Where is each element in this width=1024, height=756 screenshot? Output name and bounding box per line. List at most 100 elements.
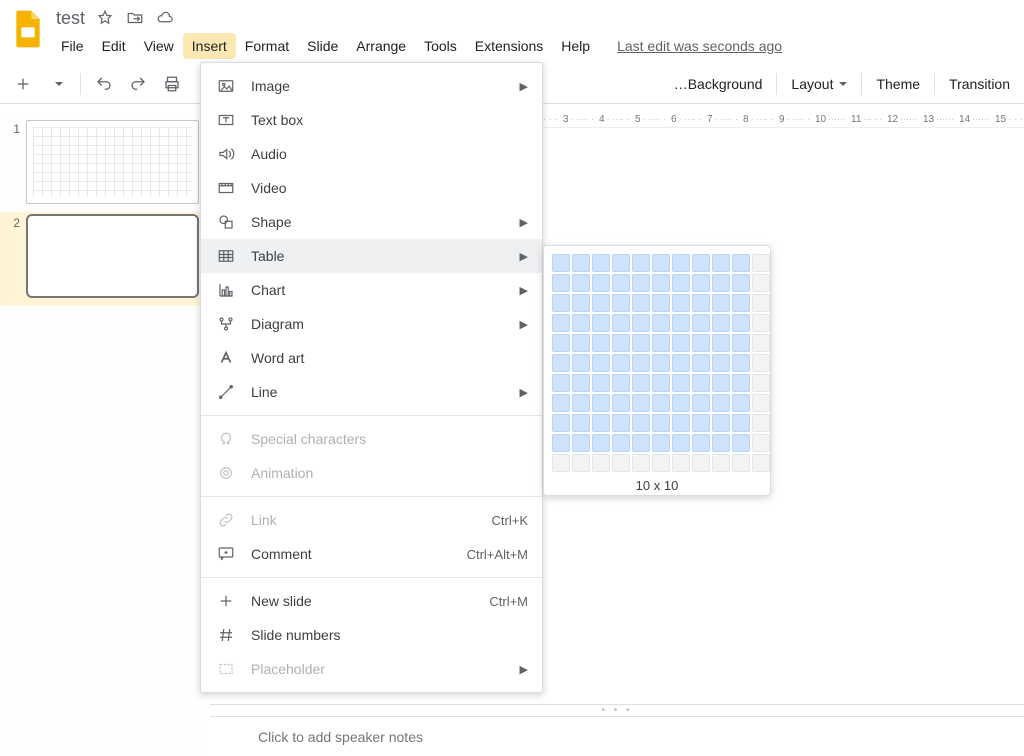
- table-picker-cell[interactable]: [672, 334, 690, 352]
- table-picker-cell[interactable]: [592, 414, 610, 432]
- table-size-picker[interactable]: 10 x 10: [543, 245, 771, 496]
- menu-extensions[interactable]: Extensions: [466, 33, 552, 59]
- menu-arrange[interactable]: Arrange: [347, 33, 415, 59]
- menu-edit[interactable]: Edit: [93, 33, 135, 59]
- table-picker-cell[interactable]: [592, 454, 610, 472]
- insert-chart[interactable]: Chart▶: [201, 273, 542, 307]
- table-picker-cell[interactable]: [572, 334, 590, 352]
- table-picker-cell[interactable]: [592, 434, 610, 452]
- table-picker-cell[interactable]: [552, 414, 570, 432]
- table-picker-cell[interactable]: [592, 314, 610, 332]
- new-slide-dropdown[interactable]: [42, 69, 72, 99]
- table-picker-cell[interactable]: [552, 434, 570, 452]
- table-picker-cell[interactable]: [692, 374, 710, 392]
- table-picker-cell[interactable]: [632, 434, 650, 452]
- table-picker-cell[interactable]: [752, 414, 770, 432]
- table-picker-cell[interactable]: [572, 434, 590, 452]
- document-title[interactable]: test: [52, 8, 85, 29]
- table-picker-cell[interactable]: [652, 274, 670, 292]
- table-picker-cell[interactable]: [612, 254, 630, 272]
- table-picker-cell[interactable]: [592, 374, 610, 392]
- table-picker-cell[interactable]: [592, 294, 610, 312]
- table-picker-cell[interactable]: [692, 314, 710, 332]
- speaker-notes-resize-handle[interactable]: • • •: [210, 704, 1024, 716]
- table-picker-cell[interactable]: [672, 254, 690, 272]
- table-picker-cell[interactable]: [572, 274, 590, 292]
- new-slide-button[interactable]: [8, 69, 38, 99]
- table-picker-cell[interactable]: [752, 334, 770, 352]
- table-picker-cell[interactable]: [692, 454, 710, 472]
- insert-shape[interactable]: Shape▶: [201, 205, 542, 239]
- table-picker-cell[interactable]: [652, 394, 670, 412]
- table-picker-cell[interactable]: [592, 354, 610, 372]
- table-picker-cell[interactable]: [652, 254, 670, 272]
- table-picker-cell[interactable]: [652, 314, 670, 332]
- table-picker-cell[interactable]: [672, 294, 690, 312]
- table-picker-cell[interactable]: [552, 354, 570, 372]
- table-picker-cell[interactable]: [572, 414, 590, 432]
- table-picker-cell[interactable]: [572, 454, 590, 472]
- table-picker-cell[interactable]: [692, 354, 710, 372]
- table-picker-cell[interactable]: [752, 454, 770, 472]
- table-picker-cell[interactable]: [552, 314, 570, 332]
- table-picker-cell[interactable]: [672, 394, 690, 412]
- table-picker-cell[interactable]: [552, 294, 570, 312]
- table-picker-cell[interactable]: [592, 254, 610, 272]
- table-picker-cell[interactable]: [672, 374, 690, 392]
- table-picker-cell[interactable]: [712, 394, 730, 412]
- table-picker-cell[interactable]: [632, 274, 650, 292]
- table-picker-cell[interactable]: [752, 314, 770, 332]
- insert-newslide[interactable]: New slideCtrl+M: [201, 584, 542, 618]
- table-picker-cell[interactable]: [672, 314, 690, 332]
- table-picker-cell[interactable]: [612, 374, 630, 392]
- cloud-status-icon[interactable]: [155, 8, 175, 28]
- menu-insert[interactable]: Insert: [183, 33, 236, 59]
- table-picker-cell[interactable]: [612, 354, 630, 372]
- table-picker-cell[interactable]: [552, 334, 570, 352]
- table-picker-cell[interactable]: [712, 294, 730, 312]
- menu-slide[interactable]: Slide: [298, 33, 347, 59]
- insert-textbox[interactable]: Text box: [201, 103, 542, 137]
- menu-format[interactable]: Format: [236, 33, 298, 59]
- table-picker-cell[interactable]: [732, 294, 750, 312]
- table-picker-cell[interactable]: [732, 454, 750, 472]
- theme-button[interactable]: Theme: [870, 69, 926, 99]
- table-picker-cell[interactable]: [672, 454, 690, 472]
- table-picker-cell[interactable]: [632, 414, 650, 432]
- table-picker-cell[interactable]: [732, 274, 750, 292]
- table-picker-cell[interactable]: [672, 354, 690, 372]
- table-picker-cell[interactable]: [652, 434, 670, 452]
- table-picker-cell[interactable]: [552, 394, 570, 412]
- table-picker-cell[interactable]: [672, 414, 690, 432]
- table-picker-cell[interactable]: [632, 314, 650, 332]
- insert-slidenums[interactable]: Slide numbers: [201, 618, 542, 652]
- table-picker-cell[interactable]: [712, 314, 730, 332]
- table-picker-cell[interactable]: [752, 294, 770, 312]
- table-picker-cell[interactable]: [572, 394, 590, 412]
- table-picker-cell[interactable]: [712, 254, 730, 272]
- insert-video[interactable]: Video: [201, 171, 542, 205]
- table-picker-cell[interactable]: [612, 314, 630, 332]
- table-picker-cell[interactable]: [732, 414, 750, 432]
- table-picker-cell[interactable]: [612, 434, 630, 452]
- slide-filmstrip[interactable]: 12: [0, 112, 205, 756]
- table-picker-cell[interactable]: [572, 294, 590, 312]
- table-picker-cell[interactable]: [732, 334, 750, 352]
- move-to-folder-icon[interactable]: [125, 8, 145, 28]
- insert-diagram[interactable]: Diagram▶: [201, 307, 542, 341]
- table-picker-cell[interactable]: [692, 334, 710, 352]
- table-picker-cell[interactable]: [732, 314, 750, 332]
- table-picker-cell[interactable]: [552, 254, 570, 272]
- table-picker-cell[interactable]: [612, 414, 630, 432]
- table-picker-cell[interactable]: [732, 354, 750, 372]
- table-picker-cell[interactable]: [732, 254, 750, 272]
- table-picker-cell[interactable]: [652, 334, 670, 352]
- print-button[interactable]: [157, 69, 187, 99]
- slide-thumbnail-2[interactable]: 2: [0, 212, 205, 306]
- slides-app-icon[interactable]: [8, 6, 48, 52]
- table-picker-cell[interactable]: [712, 414, 730, 432]
- speaker-notes[interactable]: Click to add speaker notes: [210, 716, 1024, 756]
- table-picker-cell[interactable]: [712, 454, 730, 472]
- table-picker-cell[interactable]: [612, 274, 630, 292]
- table-picker-cell[interactable]: [692, 274, 710, 292]
